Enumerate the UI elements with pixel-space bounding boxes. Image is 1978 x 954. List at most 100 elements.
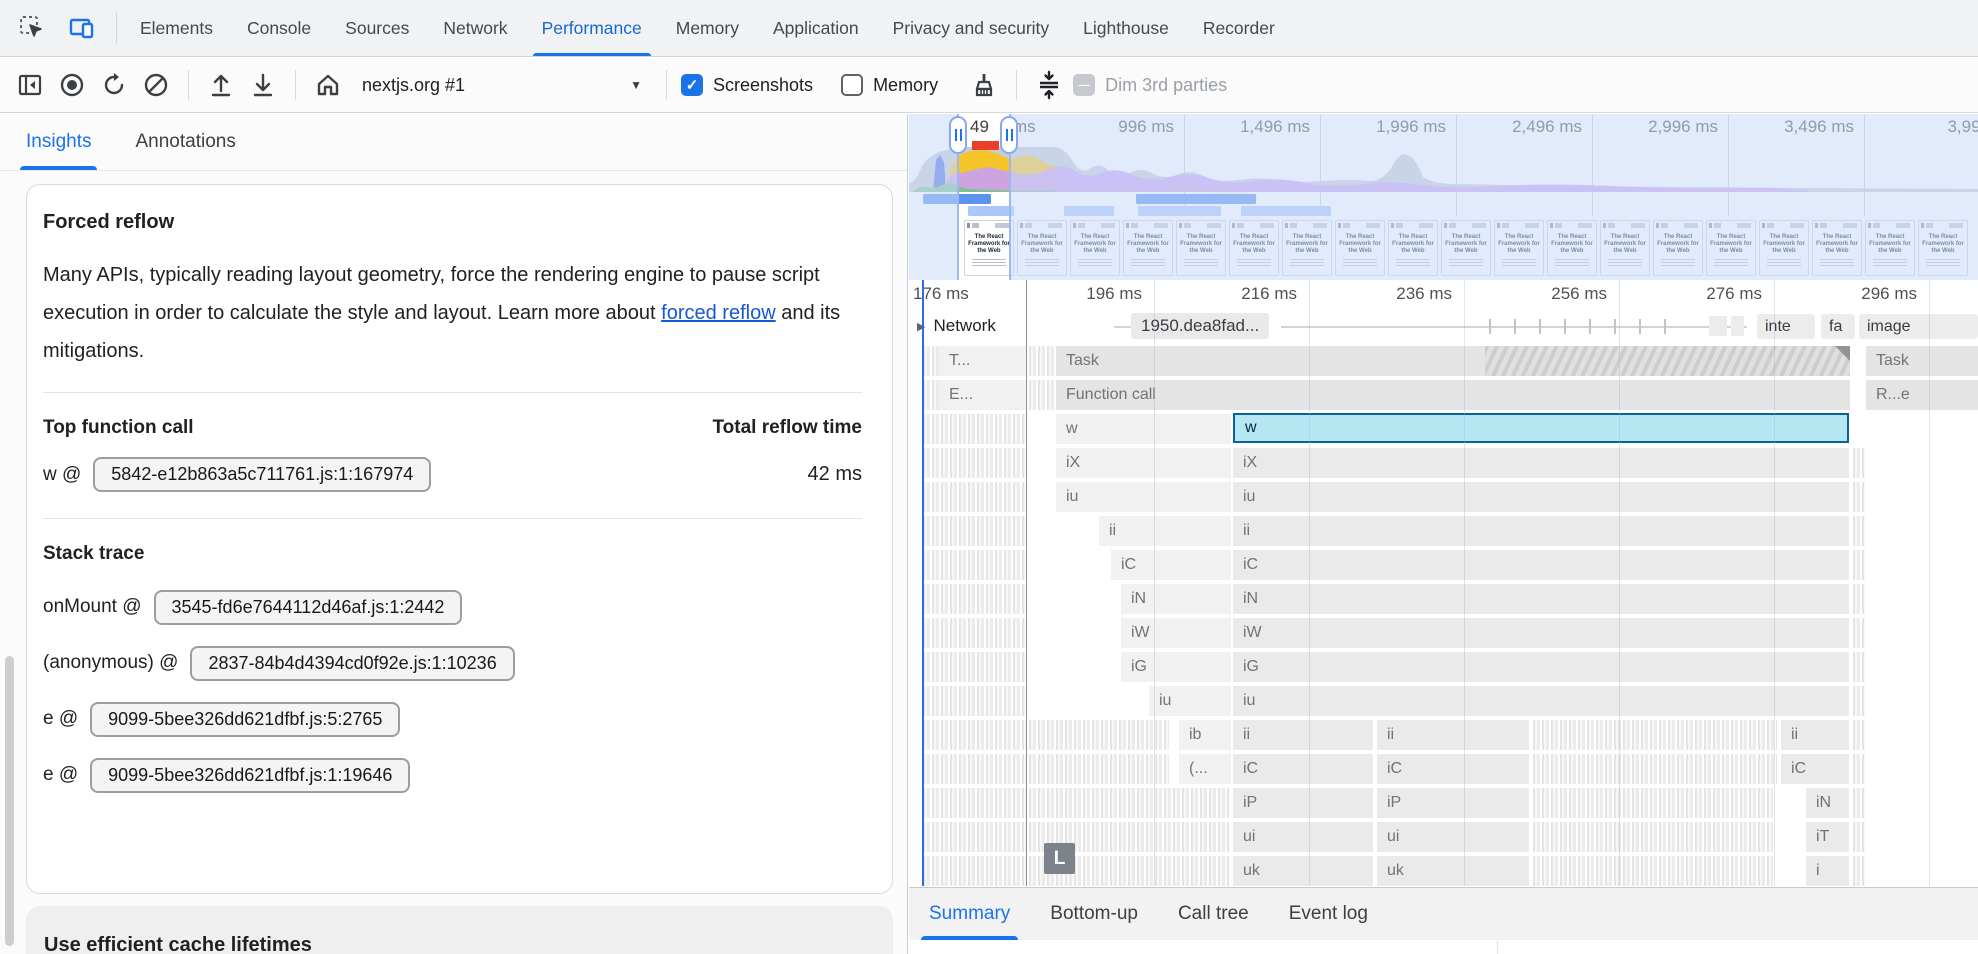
tab-sources[interactable]: Sources bbox=[328, 0, 426, 56]
filmstrip-frame[interactable]: The React Framework for the Web bbox=[1282, 220, 1332, 276]
save-profile-icon[interactable] bbox=[245, 67, 281, 103]
filmstrip-frame[interactable]: The React Framework for the Web bbox=[1017, 220, 1067, 276]
source-location-chip[interactable]: 5842-e12b863a5c711761.js:1:167974 bbox=[93, 457, 431, 492]
network-request[interactable]: image bbox=[1859, 314, 1978, 339]
flame-bar[interactable]: iP bbox=[1377, 788, 1529, 818]
flame-bar[interactable]: iP bbox=[1233, 788, 1373, 818]
tab-application[interactable]: Application bbox=[756, 0, 876, 56]
flame-bar[interactable]: iW bbox=[1233, 618, 1849, 648]
details-tab-summary[interactable]: Summary bbox=[929, 888, 1010, 940]
flame-bar[interactable]: w bbox=[1056, 414, 1231, 444]
selection-handle-right[interactable] bbox=[1000, 116, 1018, 154]
flame-bar[interactable]: ui bbox=[1233, 822, 1373, 852]
home-icon[interactable] bbox=[310, 67, 346, 103]
record-icon[interactable] bbox=[54, 67, 90, 103]
reload-and-record-icon[interactable] bbox=[96, 67, 132, 103]
flame-chart[interactable]: 176 ms196 ms216 ms236 ms256 ms276 ms296 … bbox=[909, 280, 1978, 886]
flame-bar[interactable]: uk bbox=[1233, 856, 1373, 886]
flame-bar[interactable]: iC bbox=[1111, 550, 1231, 580]
details-tab-event-log[interactable]: Event log bbox=[1289, 888, 1368, 940]
forced-reflow-card[interactable]: Forced reflow Many APIs, typically readi… bbox=[26, 184, 893, 894]
scrollbar[interactable] bbox=[5, 656, 14, 946]
tab-memory[interactable]: Memory bbox=[659, 0, 756, 56]
sidebar-tab-annotations[interactable]: Annotations bbox=[135, 114, 235, 170]
flame-bar[interactable]: Task bbox=[1866, 346, 1978, 376]
flame-bar[interactable]: iT bbox=[1806, 822, 1849, 852]
filmstrip-frame[interactable]: The React Framework for the Web bbox=[1918, 220, 1968, 276]
filmstrip-frame[interactable]: The React Framework for the Web bbox=[1441, 220, 1491, 276]
flame-bar[interactable]: i bbox=[1806, 856, 1849, 886]
flame-bar[interactable]: ib bbox=[1179, 720, 1231, 750]
flame-bar[interactable]: iC bbox=[1233, 550, 1849, 580]
filmstrip-frame[interactable]: The React Framework for the Web bbox=[1865, 220, 1915, 276]
filmstrip[interactable]: The React Framework for the WebThe React… bbox=[909, 216, 1978, 280]
filmstrip-frame[interactable]: The React Framework for the Web bbox=[1070, 220, 1120, 276]
tab-elements[interactable]: Elements bbox=[123, 0, 230, 56]
flame-bar[interactable]: ii bbox=[1099, 516, 1231, 546]
flame-bar[interactable]: (... bbox=[1179, 754, 1231, 784]
filmstrip-frame[interactable]: The React Framework for the Web bbox=[1388, 220, 1438, 276]
filmstrip-frame[interactable]: The React Framework for the Web bbox=[1494, 220, 1544, 276]
flame-bar[interactable]: iX bbox=[1056, 448, 1231, 478]
flame-bar[interactable]: iu bbox=[1233, 686, 1849, 716]
filmstrip-frame[interactable]: The React Framework for the Web bbox=[1600, 220, 1650, 276]
network-track[interactable]: ▶ Network 1950.dea8fad... intefaimage bbox=[909, 310, 1978, 344]
memory-checkbox[interactable]: Memory bbox=[841, 74, 938, 96]
network-request[interactable]: inte bbox=[1757, 314, 1815, 339]
flame-bar[interactable]: T... bbox=[939, 346, 1025, 376]
lcp-marker-badge[interactable]: L bbox=[1044, 843, 1075, 874]
sidebar-tab-insights[interactable]: Insights bbox=[26, 114, 91, 170]
filmstrip-frame[interactable]: The React Framework for the Web bbox=[1176, 220, 1226, 276]
flame-bar[interactable]: ii bbox=[1233, 516, 1849, 546]
network-request[interactable]: 1950.dea8fad... bbox=[1131, 313, 1269, 339]
details-tab-bottom-up[interactable]: Bottom-up bbox=[1050, 888, 1138, 940]
load-profile-icon[interactable] bbox=[203, 67, 239, 103]
clear-icon[interactable] bbox=[138, 67, 174, 103]
flame-bar[interactable]: iC bbox=[1377, 754, 1529, 784]
collapse-flame-icon[interactable] bbox=[1031, 67, 1067, 103]
flame-bar[interactable]: iN bbox=[1121, 584, 1231, 614]
network-request[interactable]: fa bbox=[1821, 314, 1855, 339]
tab-network[interactable]: Network bbox=[426, 0, 524, 56]
flame-bar[interactable]: ii bbox=[1377, 720, 1529, 750]
filmstrip-frame[interactable]: The React Framework for the Web bbox=[1706, 220, 1756, 276]
network-request[interactable] bbox=[1731, 316, 1744, 336]
source-location-chip[interactable]: 2837-84b4d4394cd0f92e.js:1:10236 bbox=[190, 646, 514, 681]
filmstrip-frame[interactable]: The React Framework for the Web bbox=[1123, 220, 1173, 276]
cache-lifetimes-card[interactable]: Use efficient cache lifetimes bbox=[26, 906, 893, 954]
flame-bar[interactable]: ui bbox=[1377, 822, 1529, 852]
screenshots-checkbox[interactable]: ✓ Screenshots bbox=[681, 74, 813, 96]
flame-bar[interactable]: uk bbox=[1377, 856, 1529, 886]
filmstrip-frame[interactable]: The React Framework for the Web bbox=[1229, 220, 1279, 276]
toggle-sidebar-icon[interactable] bbox=[12, 67, 48, 103]
flame-bar[interactable]: E... bbox=[939, 380, 1025, 410]
flame-bar[interactable]: Function call bbox=[1056, 380, 1850, 410]
flame-bar[interactable]: iN bbox=[1233, 584, 1849, 614]
filmstrip-frame[interactable]: The React Framework for the Web bbox=[1759, 220, 1809, 276]
source-location-chip[interactable]: 9099-5bee326dd621dfbf.js:1:19646 bbox=[90, 758, 410, 793]
flame-bar[interactable]: iu bbox=[1149, 686, 1231, 716]
source-location-chip[interactable]: 9099-5bee326dd621dfbf.js:5:2765 bbox=[90, 702, 400, 737]
tab-performance[interactable]: Performance bbox=[525, 0, 659, 56]
flame-bar[interactable]: ii bbox=[1781, 720, 1849, 750]
device-toolbar-icon[interactable] bbox=[64, 10, 100, 46]
flame-bar[interactable]: iW bbox=[1121, 618, 1231, 648]
tab-privacy-and-security[interactable]: Privacy and security bbox=[876, 0, 1067, 56]
flame-bar[interactable]: iC bbox=[1233, 754, 1373, 784]
inspect-element-icon[interactable] bbox=[14, 10, 50, 46]
flame-bar[interactable]: iG bbox=[1233, 652, 1849, 682]
tab-lighthouse[interactable]: Lighthouse bbox=[1066, 0, 1186, 56]
selection-handle-left[interactable] bbox=[949, 116, 967, 154]
filmstrip-frame[interactable]: The React Framework for the Web bbox=[1547, 220, 1597, 276]
details-tab-call-tree[interactable]: Call tree bbox=[1178, 888, 1249, 940]
timeline-overview[interactable]: 996 ms1,496 ms1,996 ms2,496 ms2,996 ms3,… bbox=[909, 114, 1978, 280]
flame-bar[interactable] bbox=[1485, 346, 1850, 376]
history-select[interactable]: nextjs.org #1 ▼ bbox=[352, 75, 652, 96]
flame-bar[interactable]: iN bbox=[1806, 788, 1849, 818]
filmstrip-frame[interactable]: The React Framework for the Web bbox=[964, 220, 1014, 276]
forced-reflow-link[interactable]: forced reflow bbox=[661, 302, 776, 324]
tab-console[interactable]: Console bbox=[230, 0, 328, 56]
flame-bar[interactable]: iX bbox=[1233, 448, 1849, 478]
collect-garbage-icon[interactable] bbox=[966, 67, 1002, 103]
flame-bar[interactable]: R...e bbox=[1866, 380, 1978, 410]
